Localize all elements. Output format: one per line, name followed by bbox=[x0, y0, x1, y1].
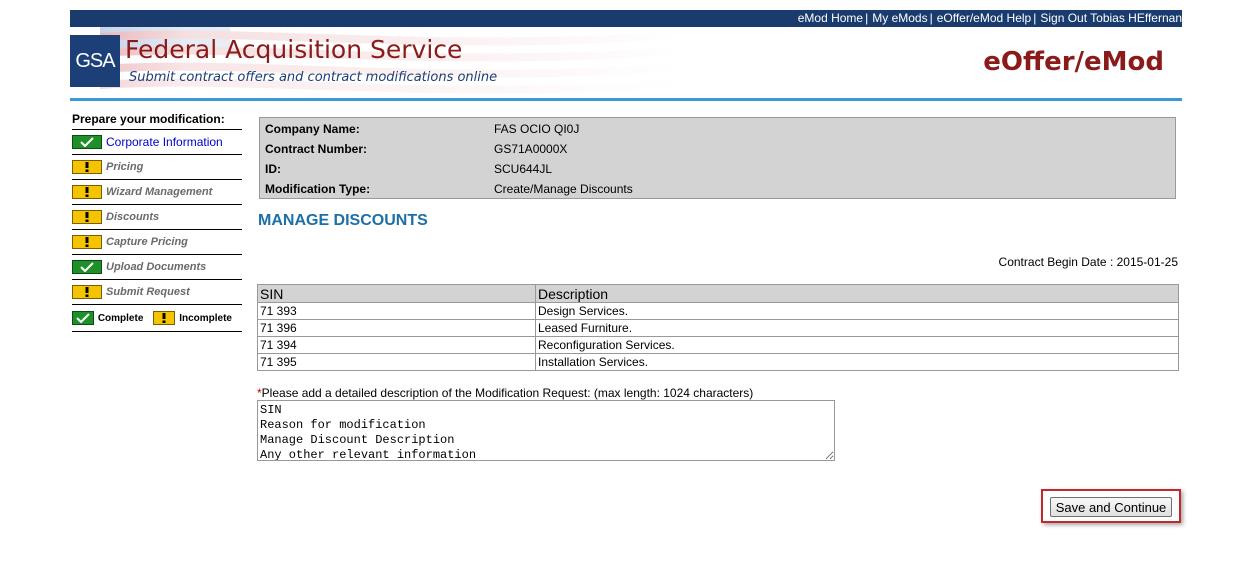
table-row: 71 396 Leased Furniture. bbox=[257, 319, 1179, 337]
description-textarea[interactable]: SIN Reason for modification Manage Disco… bbox=[257, 400, 835, 461]
sin-cell: 71 396 bbox=[257, 319, 536, 337]
table-row: 71 393 Design Services. bbox=[257, 302, 1179, 320]
info-value: FAS OCIO QI0J bbox=[494, 122, 580, 136]
table-header-row: SIN Description bbox=[257, 284, 1179, 303]
description-cell: Design Services. bbox=[535, 302, 1179, 320]
legend-complete-label: Complete bbox=[97, 312, 144, 324]
description-cell: Installation Services. bbox=[535, 353, 1179, 371]
sidebar-item-label: Capture Pricing bbox=[106, 236, 188, 248]
legend-incomplete-label: Incomplete bbox=[179, 312, 232, 324]
sidebar-item-label: Wizard Management bbox=[106, 186, 213, 198]
sidebar-item-submit-request: Submit Request bbox=[72, 280, 242, 305]
sidebar-item-capture-pricing: Capture Pricing bbox=[72, 230, 242, 255]
description-cell: Reconfiguration Services. bbox=[535, 336, 1179, 354]
info-label: Modification Type: bbox=[265, 182, 371, 196]
sin-cell: 71 395 bbox=[257, 353, 536, 371]
sidebar-item-label: Upload Documents bbox=[106, 261, 207, 273]
info-value: GS71A0000X bbox=[494, 142, 568, 156]
sidebar-title: Prepare your modification: bbox=[72, 112, 242, 130]
check-icon bbox=[72, 135, 102, 149]
sidebar-item-label: Pricing bbox=[106, 161, 144, 173]
save-and-continue-button[interactable]: Save and Continue bbox=[1050, 497, 1172, 517]
header-banner: GSA Federal Acquisition Service Submit c… bbox=[70, 27, 1182, 99]
exclamation-icon bbox=[72, 235, 102, 249]
site-title: Federal Acquisition Service bbox=[125, 35, 463, 64]
sidebar-item-pricing: Pricing bbox=[72, 155, 242, 180]
sin-cell: 71 394 bbox=[257, 336, 536, 354]
header-divider bbox=[70, 98, 1182, 101]
info-label: Contract Number: bbox=[265, 142, 368, 156]
sidebar: Prepare your modification: Corporate Inf… bbox=[72, 112, 242, 332]
table-row: 71 395 Installation Services. bbox=[257, 353, 1179, 371]
sidebar-item-wizard-management: Wizard Management bbox=[72, 180, 242, 205]
my-emods-link[interactable]: My eMods bbox=[872, 11, 927, 25]
brand-title: eOffer/eMod bbox=[983, 47, 1164, 77]
contract-begin-date: Contract Begin Date : 2015-01-25 bbox=[998, 255, 1178, 269]
sidebar-item-upload-documents: Upload Documents bbox=[72, 255, 242, 280]
contract-info-box: Company Name: FAS OCIO QI0J Contract Num… bbox=[259, 117, 1176, 199]
info-label: ID: bbox=[265, 162, 281, 176]
sidebar-item-label: Submit Request bbox=[106, 286, 190, 298]
status-legend: Complete Incomplete bbox=[72, 305, 242, 332]
info-value: Create/Manage Discounts bbox=[494, 182, 633, 196]
exclamation-icon bbox=[72, 285, 102, 299]
exclamation-icon bbox=[72, 160, 102, 174]
save-button-highlight: Save and Continue bbox=[1041, 489, 1181, 523]
page-title: MANAGE DISCOUNTS bbox=[258, 212, 428, 229]
check-icon bbox=[72, 311, 94, 325]
help-link[interactable]: eOffer/eMod Help bbox=[937, 11, 1032, 25]
description-label: *Please add a detailed description of th… bbox=[257, 386, 753, 400]
column-header-description: Description bbox=[535, 284, 1179, 303]
sin-table: SIN Description 71 393 Design Services. … bbox=[257, 284, 1179, 371]
sidebar-item-label[interactable]: Corporate Information bbox=[106, 135, 223, 149]
info-value: SCU644JL bbox=[494, 162, 553, 176]
exclamation-icon bbox=[72, 185, 102, 199]
sidebar-item-discounts: Discounts bbox=[72, 205, 242, 230]
column-header-sin: SIN bbox=[257, 284, 536, 303]
description-label-text: Please add a detailed description of the… bbox=[261, 386, 754, 400]
sidebar-item-corporate-information[interactable]: Corporate Information bbox=[72, 130, 242, 155]
sin-cell: 71 393 bbox=[257, 302, 536, 320]
exclamation-icon bbox=[153, 311, 176, 325]
nav-separator: | bbox=[929, 11, 933, 25]
top-nav-bar: eMod Home | My eMods | eOffer/eMod Help | Sign… bbox=[70, 10, 1182, 27]
description-cell: Leased Furniture. bbox=[535, 319, 1179, 337]
exclamation-icon bbox=[72, 210, 102, 224]
table-row: 71 394 Reconfiguration Services. bbox=[257, 336, 1179, 354]
check-icon bbox=[72, 260, 102, 274]
nav-separator: | bbox=[1033, 11, 1037, 25]
gsa-logo: GSA bbox=[70, 35, 120, 87]
site-subtitle: Submit contract offers and contract modi… bbox=[129, 70, 498, 85]
nav-separator: | bbox=[865, 11, 869, 25]
emod-home-link[interactable]: eMod Home bbox=[798, 11, 863, 25]
sign-out-link[interactable]: Sign Out Tobias HEffernan bbox=[1040, 11, 1182, 25]
sidebar-item-label: Discounts bbox=[106, 211, 160, 223]
info-label: Company Name: bbox=[265, 122, 360, 136]
